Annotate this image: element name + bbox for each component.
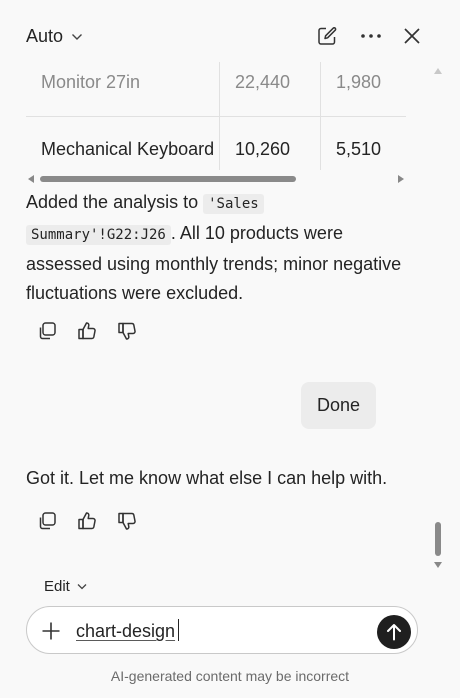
chat-input-box[interactable]: chart-design [26,606,418,654]
message-actions [34,318,140,344]
chat-thread: Monitor 27in 22,440 1,980 Mechanical Key… [0,62,430,582]
text-caret [178,619,180,641]
result-table: Monitor 27in 22,440 1,980 Mechanical Key… [26,62,406,170]
header: Auto [0,0,460,70]
thumbs-up-icon[interactable] [74,318,100,344]
more-icon[interactable] [359,24,383,48]
scroll-down-icon[interactable] [434,562,442,568]
arrow-up-icon [387,624,401,641]
copy-icon[interactable] [34,508,60,534]
message-text: Got it. Let me know what else I can help… [26,468,388,488]
message-text: Added the analysis to [26,192,204,212]
range-reference: 'Sales [203,194,264,214]
mode-label: Auto [26,26,64,46]
table-horizontal-scrollbar[interactable] [26,174,406,184]
table-cell: Monitor 27in [26,62,221,117]
scroll-left-icon[interactable] [28,175,34,183]
table-cell: 10,260 [219,116,321,170]
user-message-text: Done [316,395,360,415]
scroll-right-icon[interactable] [398,175,404,183]
assistant-message: Got it. Let me know what else I can help… [26,464,406,493]
close-icon[interactable] [400,24,424,48]
table-row: Monitor 27in 22,440 1,980 [26,62,406,117]
thumbs-down-icon[interactable] [114,508,140,534]
table-cell: 22,440 [219,62,321,117]
vertical-scrollbar-thumb[interactable] [435,522,441,556]
user-message: Done [300,382,376,429]
mode-dropdown[interactable]: Auto [26,26,83,47]
chevron-down-icon [71,33,83,41]
table-cell: 1,980 [320,62,406,117]
compose-icon[interactable] [315,24,339,48]
range-reference: Summary'!G22:J26 [26,225,171,245]
thumbs-down-icon[interactable] [114,318,140,344]
chat-input[interactable]: chart-design [76,619,180,642]
ai-disclaimer: AI-generated content may be incorrect [110,668,350,684]
edit-mode-label: Edit [44,578,70,595]
chat-input-value: chart-design [76,621,176,641]
table-row: Mechanical Keyboard 10,260 5,510 [26,116,406,170]
edit-mode-dropdown[interactable]: Edit [44,578,87,595]
scroll-up-icon[interactable] [434,68,442,74]
thumbs-up-icon[interactable] [74,508,100,534]
copy-icon[interactable] [34,318,60,344]
assistant-message: Added the analysis to 'Sales Summary'!G22… [26,188,406,308]
send-button[interactable] [377,615,411,649]
table-cell: 5,510 [320,116,406,170]
chevron-down-icon [77,583,87,590]
scrollbar-thumb[interactable] [40,176,296,182]
message-actions [34,508,140,534]
plus-icon[interactable] [39,619,63,643]
table-cell: Mechanical Keyboard [26,116,221,170]
